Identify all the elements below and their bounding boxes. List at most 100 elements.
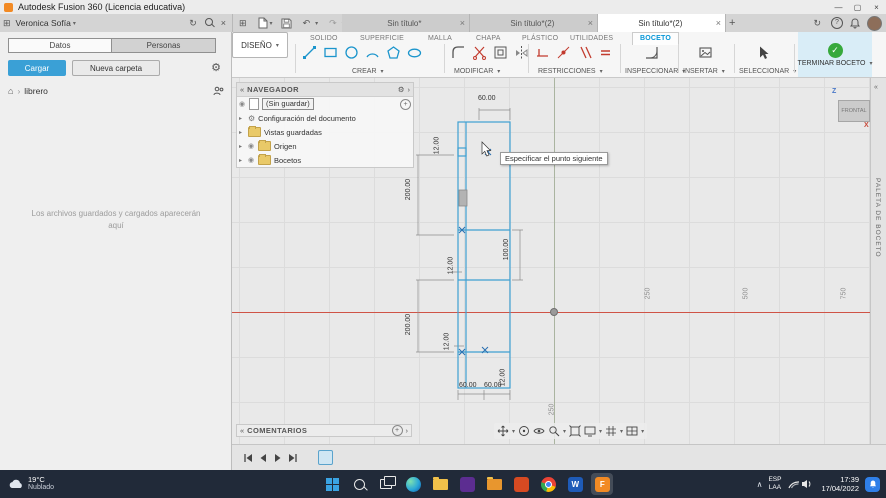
undo-button[interactable]: ↶ ▾ [300, 18, 319, 29]
inspect-group-label[interactable]: INSPECCIONAR▾ [625, 68, 685, 75]
maximize-button[interactable]: ▢ [848, 1, 867, 14]
notifications-bell-icon[interactable] [850, 18, 860, 29]
insert-group-label[interactable]: INSERTAR▾ [683, 68, 725, 75]
comments-bar[interactable]: « COMENTARIOS + › [236, 424, 412, 437]
browser-item-saved-views[interactable]: ▸ Vistas guardadas [237, 125, 413, 139]
visibility-eye-icon[interactable]: ◉ [248, 156, 255, 164]
upload-button[interactable]: Cargar [8, 60, 66, 76]
dimension-value[interactable]: 100.00 [503, 239, 510, 260]
orbit-button[interactable] [518, 425, 530, 437]
fusion360-taskbar-button[interactable]: F [591, 473, 613, 495]
new-tab-button[interactable]: + [726, 14, 738, 32]
dimension-value[interactable]: 12.00 [443, 333, 450, 351]
look-at-button[interactable] [533, 425, 545, 437]
offset-tool-icon[interactable] [493, 45, 508, 60]
line-tool-icon[interactable] [302, 45, 317, 60]
add-item-icon[interactable]: + [400, 99, 411, 110]
select-cursor-icon[interactable] [756, 45, 771, 60]
timeline-sketch-marker[interactable] [318, 450, 333, 465]
tray-chevron-icon[interactable]: ∧ [757, 480, 763, 489]
dimension-value[interactable]: 12.00 [433, 137, 440, 155]
env-tab-utilidades[interactable]: UTILIDADES [570, 35, 613, 42]
orange-folder-app-button[interactable] [483, 473, 505, 495]
collaboration-icon[interactable] [213, 86, 224, 96]
file-menu-button[interactable]: ▾ [258, 17, 273, 29]
language-indicator[interactable]: ESP LAA [768, 476, 781, 492]
browser-panel-header[interactable]: « NAVEGADOR ⚙ › [237, 83, 413, 97]
timeline-go-end-button[interactable] [285, 450, 300, 465]
circle-tool-icon[interactable] [344, 45, 359, 60]
modeling-canvas[interactable]: 250 500 750 250 [232, 78, 870, 444]
coincident-constraint-icon[interactable] [556, 45, 571, 60]
clock-widget[interactable]: 17:39 17/04/2022 [821, 475, 859, 494]
dimension-value[interactable]: 60.00 [459, 382, 477, 389]
insert-image-icon[interactable] [698, 45, 713, 60]
taskbar-search-button[interactable] [348, 473, 370, 495]
browser-root-document[interactable]: ◉ (Sin guardar) + [237, 97, 413, 111]
orange-app-button[interactable] [510, 473, 532, 495]
home-icon[interactable]: ⌂ [8, 86, 13, 96]
timeline-play-button[interactable] [270, 450, 285, 465]
grid-settings-button[interactable]: ▾ [605, 425, 623, 437]
dimension-value[interactable]: 200.00 [405, 314, 412, 335]
panel-grid-icon[interactable]: ⊞ [0, 18, 14, 29]
browser-item-doc-settings[interactable]: ▸ ⚙ Configuración del documento [237, 111, 413, 125]
dimension-value[interactable]: 60.00 [478, 95, 496, 102]
arc-tool-icon[interactable] [365, 45, 380, 60]
chrome-button[interactable] [537, 473, 559, 495]
finish-sketch-button[interactable]: ✓ TERMINAR BOCETO ▾ [798, 32, 872, 77]
word-button[interactable]: W [564, 473, 586, 495]
visibility-eye-icon[interactable]: ◉ [239, 100, 246, 108]
browser-expand-icon[interactable]: › [408, 85, 411, 94]
app-grid-icon[interactable]: ⊞ [236, 18, 250, 29]
job-status-icon[interactable]: ↻ [810, 18, 824, 29]
measure-tool-icon[interactable] [644, 45, 659, 60]
fillet-tool-icon[interactable] [451, 45, 466, 60]
expander-icon[interactable]: ▸ [239, 129, 245, 136]
polygon-tool-icon[interactable] [386, 45, 401, 60]
visibility-eye-icon[interactable]: ◉ [248, 142, 255, 150]
tab-close-icon[interactable]: × [585, 18, 593, 28]
expander-icon[interactable]: ▸ [239, 115, 245, 122]
sketch-palette-strip[interactable]: « PALETA DE BOCETO [870, 78, 886, 444]
timeline-go-start-button[interactable] [240, 450, 255, 465]
collapse-panel-icon[interactable]: « [240, 85, 244, 94]
tab-close-icon[interactable]: × [713, 18, 721, 28]
constraints-group-label[interactable]: RESTRICCIONES▾ [538, 68, 603, 75]
pan-button[interactable]: ▾ [497, 425, 515, 437]
save-icon[interactable] [281, 18, 292, 29]
close-panel-icon[interactable]: × [218, 18, 232, 28]
env-tab-chapa[interactable]: CHAPA [476, 35, 501, 42]
fit-view-button[interactable] [569, 425, 581, 437]
search-button[interactable] [200, 18, 218, 28]
close-button[interactable]: × [867, 1, 886, 14]
mirror-tool-icon[interactable] [514, 45, 529, 60]
help-icon[interactable]: ? [831, 17, 843, 29]
equal-constraint-icon[interactable] [598, 45, 613, 60]
document-tab-2[interactable]: Sin título*(2) × [470, 14, 598, 32]
user-menu[interactable]: Veronica Sofía [16, 18, 71, 28]
select-group-label[interactable]: SELECCIONAR▾ [739, 68, 796, 75]
browser-gear-icon[interactable]: ⚙ [398, 85, 405, 94]
weather-widget[interactable]: 19°C Nublado [0, 475, 178, 492]
trim-tool-icon[interactable] [472, 45, 487, 60]
env-tab-solido[interactable]: SOLIDO [310, 35, 338, 42]
viewports-button[interactable]: ▾ [626, 425, 644, 437]
env-tab-plastico[interactable]: PLÁSTICO [522, 35, 558, 42]
zoom-window-button[interactable]: ▾ [548, 425, 566, 437]
breadcrumb-folder[interactable]: librero [24, 86, 48, 96]
comments-collapse-icon[interactable]: « [240, 426, 244, 435]
start-button[interactable] [321, 473, 343, 495]
expander-icon[interactable]: ▸ [239, 143, 245, 150]
document-tab-1[interactable]: Sin título* × [342, 14, 470, 32]
edge-browser-button[interactable] [402, 473, 424, 495]
display-settings-button[interactable]: ▾ [584, 425, 602, 437]
dimension-value[interactable]: 200.00 [405, 179, 412, 200]
selected-section[interactable] [459, 190, 467, 206]
task-view-button[interactable] [375, 473, 397, 495]
design-workspace-button[interactable]: DISEÑO ▾ [232, 32, 288, 58]
modify-group-label[interactable]: MODIFICAR▾ [454, 68, 500, 75]
ellipse-tool-icon[interactable] [407, 45, 422, 60]
purple-app-button[interactable] [456, 473, 478, 495]
tab-close-icon[interactable]: × [457, 18, 465, 28]
